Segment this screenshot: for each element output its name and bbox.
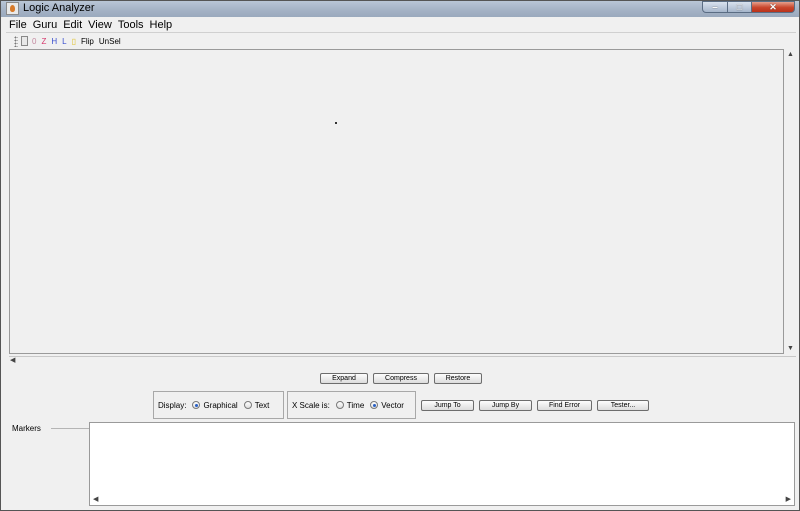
close-button[interactable]: ✕ (752, 1, 795, 13)
expand-button[interactable]: Expand (320, 373, 368, 384)
toolbar-select-icon[interactable] (21, 36, 28, 46)
tool-zero[interactable]: 0 (32, 37, 36, 46)
markers-panel: Markers (9, 422, 89, 506)
xscale-time-radio[interactable] (335, 401, 344, 409)
xscale-vector-label[interactable]: Vector (381, 401, 404, 410)
markers-list[interactable]: ◀ ▶ (89, 422, 795, 506)
tool-flip[interactable]: Flip (81, 37, 94, 46)
window-title: Logic Analyzer (23, 2, 95, 14)
menu-guru[interactable]: Guru (30, 19, 60, 31)
canvas-dot (335, 122, 337, 124)
jump-to-button[interactable]: Jump To (421, 400, 474, 411)
display-text-radio[interactable] (243, 401, 252, 409)
toolbar: 0 Z H L ▯ Flip UnSel (6, 34, 796, 48)
tool-x[interactable]: ▯ (72, 37, 76, 46)
menu-file[interactable]: File (6, 19, 30, 31)
vertical-scrollbar[interactable]: ▲ ▼ (784, 49, 796, 354)
title-bar[interactable]: Logic Analyzer ‒ □ ✕ (1, 1, 799, 17)
tester-button[interactable]: Tester... (597, 400, 649, 411)
find-error-button[interactable]: Find Error (537, 400, 592, 411)
logic-analyzer-window: Logic Analyzer ‒ □ ✕ File Guru Edit View… (0, 0, 800, 511)
markers-divider (51, 428, 89, 429)
app-icon[interactable] (6, 2, 19, 15)
display-group: Display: Graphical Text (153, 391, 284, 419)
menu-bar: File Guru Edit View Tools Help (6, 17, 796, 33)
restore-button[interactable]: Restore (434, 373, 482, 384)
xscale-vector-radio[interactable] (370, 401, 379, 409)
tool-z[interactable]: Z (41, 37, 46, 46)
xscale-time-label[interactable]: Time (347, 401, 364, 410)
tool-high[interactable]: H (51, 37, 57, 46)
toolbar-grip-icon[interactable] (14, 35, 18, 47)
menu-edit[interactable]: Edit (60, 19, 85, 31)
window-controls: ‒ □ ✕ (702, 1, 795, 13)
scroll-left-icon[interactable]: ◀ (93, 495, 98, 503)
waveform-canvas[interactable] (9, 49, 784, 354)
markers-label: Markers (12, 424, 41, 433)
xscale-label: X Scale is: (292, 400, 330, 410)
menu-tools[interactable]: Tools (115, 19, 147, 31)
scroll-down-icon[interactable]: ▼ (787, 345, 794, 352)
tool-low[interactable]: L (62, 37, 66, 46)
xscale-group: X Scale is: Time Vector (287, 391, 416, 419)
tool-unselect[interactable]: UnSel (99, 37, 121, 46)
maximize-button[interactable]: □ (728, 1, 752, 13)
close-icon: ✕ (769, 1, 777, 12)
horizontal-scrollbar[interactable]: ◀ (9, 356, 796, 367)
menu-view[interactable]: View (85, 19, 115, 31)
minimize-button[interactable]: ‒ (702, 1, 728, 13)
scroll-left-icon[interactable]: ◀ (10, 356, 15, 364)
jump-by-button[interactable]: Jump By (479, 400, 532, 411)
display-label: Display: (158, 400, 187, 410)
display-text-label[interactable]: Text (255, 401, 270, 410)
menu-help[interactable]: Help (147, 19, 176, 31)
display-graphical-label[interactable]: Graphical (203, 401, 237, 410)
scroll-right-icon[interactable]: ▶ (786, 495, 791, 503)
minimize-icon: ‒ (712, 1, 718, 12)
scroll-up-icon[interactable]: ▲ (787, 51, 794, 58)
compress-button[interactable]: Compress (373, 373, 429, 384)
maximize-icon: □ (736, 1, 743, 12)
display-graphical-radio[interactable] (192, 401, 201, 409)
